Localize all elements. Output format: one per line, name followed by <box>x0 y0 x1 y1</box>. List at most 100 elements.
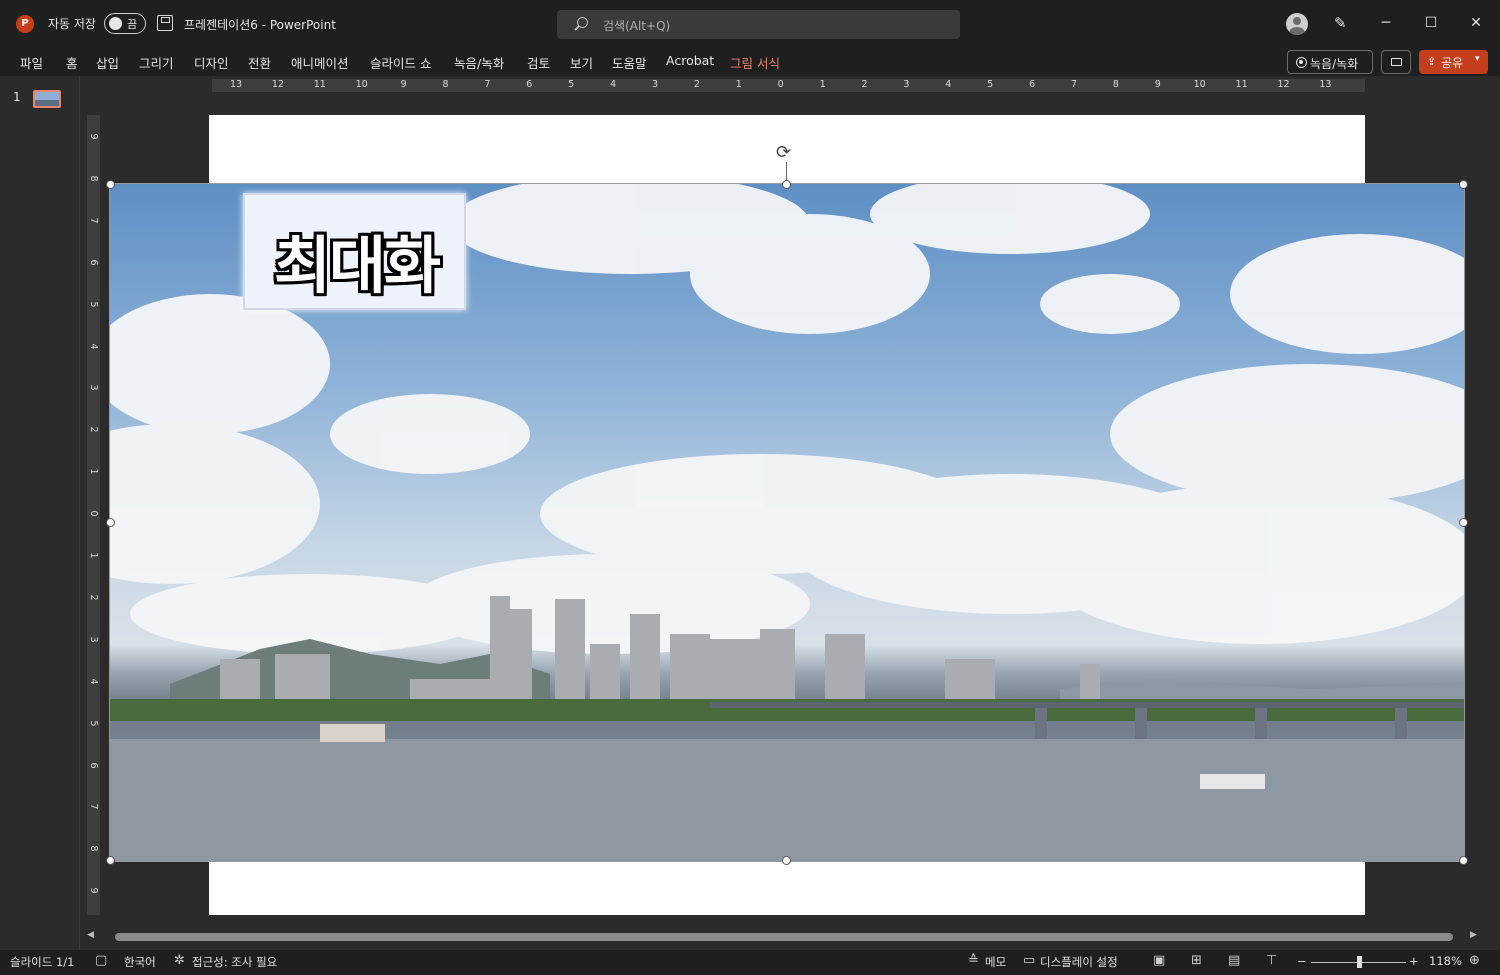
avatar[interactable] <box>1286 13 1308 35</box>
zoom-in-button[interactable]: + <box>1409 954 1419 968</box>
resize-handle-top[interactable] <box>782 180 791 189</box>
scroll-right-icon[interactable]: ▶ <box>1470 930 1477 940</box>
hruler-tick: 4 <box>945 79 952 90</box>
tab-slideshow[interactable]: 슬라이드 쇼 <box>370 53 431 72</box>
chevron-down-icon[interactable]: ▾ <box>1475 54 1480 64</box>
autosave-state: 끔 <box>127 18 138 31</box>
slide-thumbnails-pane: 1 <box>0 76 80 950</box>
record-button[interactable]: 녹음/녹화 <box>1287 50 1373 74</box>
language-label[interactable]: 한국어 <box>124 954 156 970</box>
resize-handle-tl[interactable] <box>106 180 115 189</box>
share-button[interactable]: ⇪ 공유 ▾ <box>1419 50 1488 74</box>
hruler-tick: 6 <box>1029 79 1036 90</box>
save-icon[interactable] <box>157 15 173 31</box>
hruler-tick: 10 <box>355 79 368 90</box>
vruler-tick: 4 <box>88 678 99 685</box>
slide-number: 1 <box>13 90 21 104</box>
hruler-tick: 9 <box>400 79 407 90</box>
powerpoint-logo-icon: P <box>16 15 34 33</box>
display-settings-icon[interactable]: ▭ <box>1023 953 1035 968</box>
tab-review[interactable]: 검토 <box>527 53 550 72</box>
horizontal-ruler: 13 12 11 10 9 8 7 6 5 4 3 2 1 0 1 2 3 4 5 6 7 8 9 10 11 12 13 <box>212 79 1365 92</box>
tab-view[interactable]: 보기 <box>570 53 593 72</box>
horizontal-scrollbar[interactable]: ◀ ▶ <box>84 930 1484 945</box>
pen-icon[interactable]: ✎ <box>1334 14 1347 32</box>
record-label: 녹음/녹화 <box>1310 57 1359 71</box>
reading-view-icon[interactable]: ▤ <box>1228 953 1240 968</box>
hruler-tick: 0 <box>777 79 784 90</box>
slide-sorter-icon[interactable]: ⊞ <box>1191 953 1202 968</box>
zoom-slider-thumb[interactable] <box>1357 956 1362 968</box>
hruler-tick: 7 <box>1070 79 1078 90</box>
vruler-tick: 1 <box>88 552 99 559</box>
tab-help[interactable]: 도움말 <box>612 53 647 72</box>
maximize-label-box[interactable]: 최대화 <box>243 193 466 310</box>
tab-transitions[interactable]: 전환 <box>248 53 271 72</box>
resize-handle-br[interactable] <box>1459 856 1468 865</box>
spelling-icon[interactable]: ▢ <box>95 953 107 968</box>
hruler-tick: 3 <box>651 79 659 90</box>
vruler-tick: 5 <box>88 720 99 727</box>
slideshow-view-icon[interactable]: ⊤ <box>1266 953 1277 968</box>
rotate-handle-icon[interactable]: ⟳ <box>776 142 791 163</box>
hruler-tick: 5 <box>987 79 994 90</box>
comment-icon <box>1391 58 1402 66</box>
normal-view-icon[interactable]: ▣ <box>1153 953 1165 968</box>
tab-insert[interactable]: 삽입 <box>96 53 119 72</box>
accessibility-status[interactable]: 접근성: 조사 필요 <box>192 954 277 970</box>
vruler-tick: 2 <box>88 594 99 601</box>
tab-file[interactable]: 파일 <box>20 53 43 72</box>
hruler-tick: 12 <box>1277 79 1290 90</box>
hruler-tick: 8 <box>442 79 449 90</box>
close-button[interactable]: ✕ <box>1464 12 1488 34</box>
maximize-label-text: 최대화 <box>273 229 441 302</box>
tab-animations[interactable]: 애니메이션 <box>291 53 349 72</box>
toggle-knob <box>109 17 122 30</box>
slide-thumbnail[interactable] <box>33 90 61 108</box>
tab-home[interactable]: 홈 <box>66 53 78 72</box>
tab-record[interactable]: 녹음/녹화 <box>454 53 504 72</box>
record-icon <box>1296 57 1307 68</box>
vruler-tick: 4 <box>88 342 99 350</box>
vruler-tick: 7 <box>88 803 99 810</box>
vruler-tick: 1 <box>88 468 99 475</box>
vruler-tick: 7 <box>88 217 99 224</box>
display-settings-button[interactable]: 디스플레이 설정 <box>1040 954 1118 970</box>
hruler-tick: 2 <box>861 79 868 90</box>
resize-handle-tr[interactable] <box>1459 180 1468 189</box>
hruler-tick: 13 <box>1319 79 1332 90</box>
hruler-tick: 9 <box>1154 79 1161 90</box>
accessibility-icon[interactable]: ✲ <box>174 953 185 968</box>
hruler-tick: 11 <box>313 79 326 90</box>
vruler-tick: 8 <box>88 845 99 852</box>
tab-draw[interactable]: 그리기 <box>139 53 174 72</box>
minimize-button[interactable]: ─ <box>1374 12 1398 34</box>
vruler-tick: 8 <box>88 175 99 182</box>
tab-picture-format[interactable]: 그림 서식 <box>730 53 780 72</box>
notes-icon[interactable]: ≙ <box>968 953 979 968</box>
hruler-tick: 12 <box>271 79 284 90</box>
maximize-button[interactable]: ☐ <box>1419 12 1443 34</box>
vruler-tick: 9 <box>88 133 99 140</box>
zoom-out-button[interactable]: − <box>1297 954 1307 968</box>
resize-handle-bl[interactable] <box>106 856 115 865</box>
search-input[interactable]: 검색(Alt+Q) <box>557 10 960 39</box>
tab-design[interactable]: 디자인 <box>194 53 229 72</box>
scroll-left-icon[interactable]: ◀ <box>87 930 94 940</box>
resize-handle-bottom[interactable] <box>782 856 791 865</box>
zoom-level[interactable]: 118% <box>1429 954 1462 968</box>
ribbon-tabs: 파일 홈 삽입 그리기 디자인 전환 애니메이션 슬라이드 쇼 녹음/녹화 검토… <box>0 46 1500 76</box>
tab-acrobat[interactable]: Acrobat <box>666 53 714 68</box>
resize-handle-right[interactable] <box>1459 518 1468 527</box>
title-bar: P 자동 저장 끔 프레젠테이션6 - PowerPoint 검색(Alt+Q)… <box>0 0 1500 46</box>
comments-button[interactable] <box>1381 50 1411 74</box>
hruler-tick: 3 <box>903 79 910 90</box>
scroll-thumb[interactable] <box>115 933 1453 941</box>
vruler-tick: 0 <box>88 510 99 517</box>
notes-button[interactable]: 메모 <box>985 954 1006 970</box>
autosave-toggle[interactable]: 끔 <box>104 13 146 34</box>
fit-to-window-icon[interactable]: ⊕ <box>1469 953 1480 968</box>
resize-handle-left[interactable] <box>106 518 115 527</box>
vruler-tick: 5 <box>88 301 99 308</box>
search-icon <box>577 17 588 28</box>
